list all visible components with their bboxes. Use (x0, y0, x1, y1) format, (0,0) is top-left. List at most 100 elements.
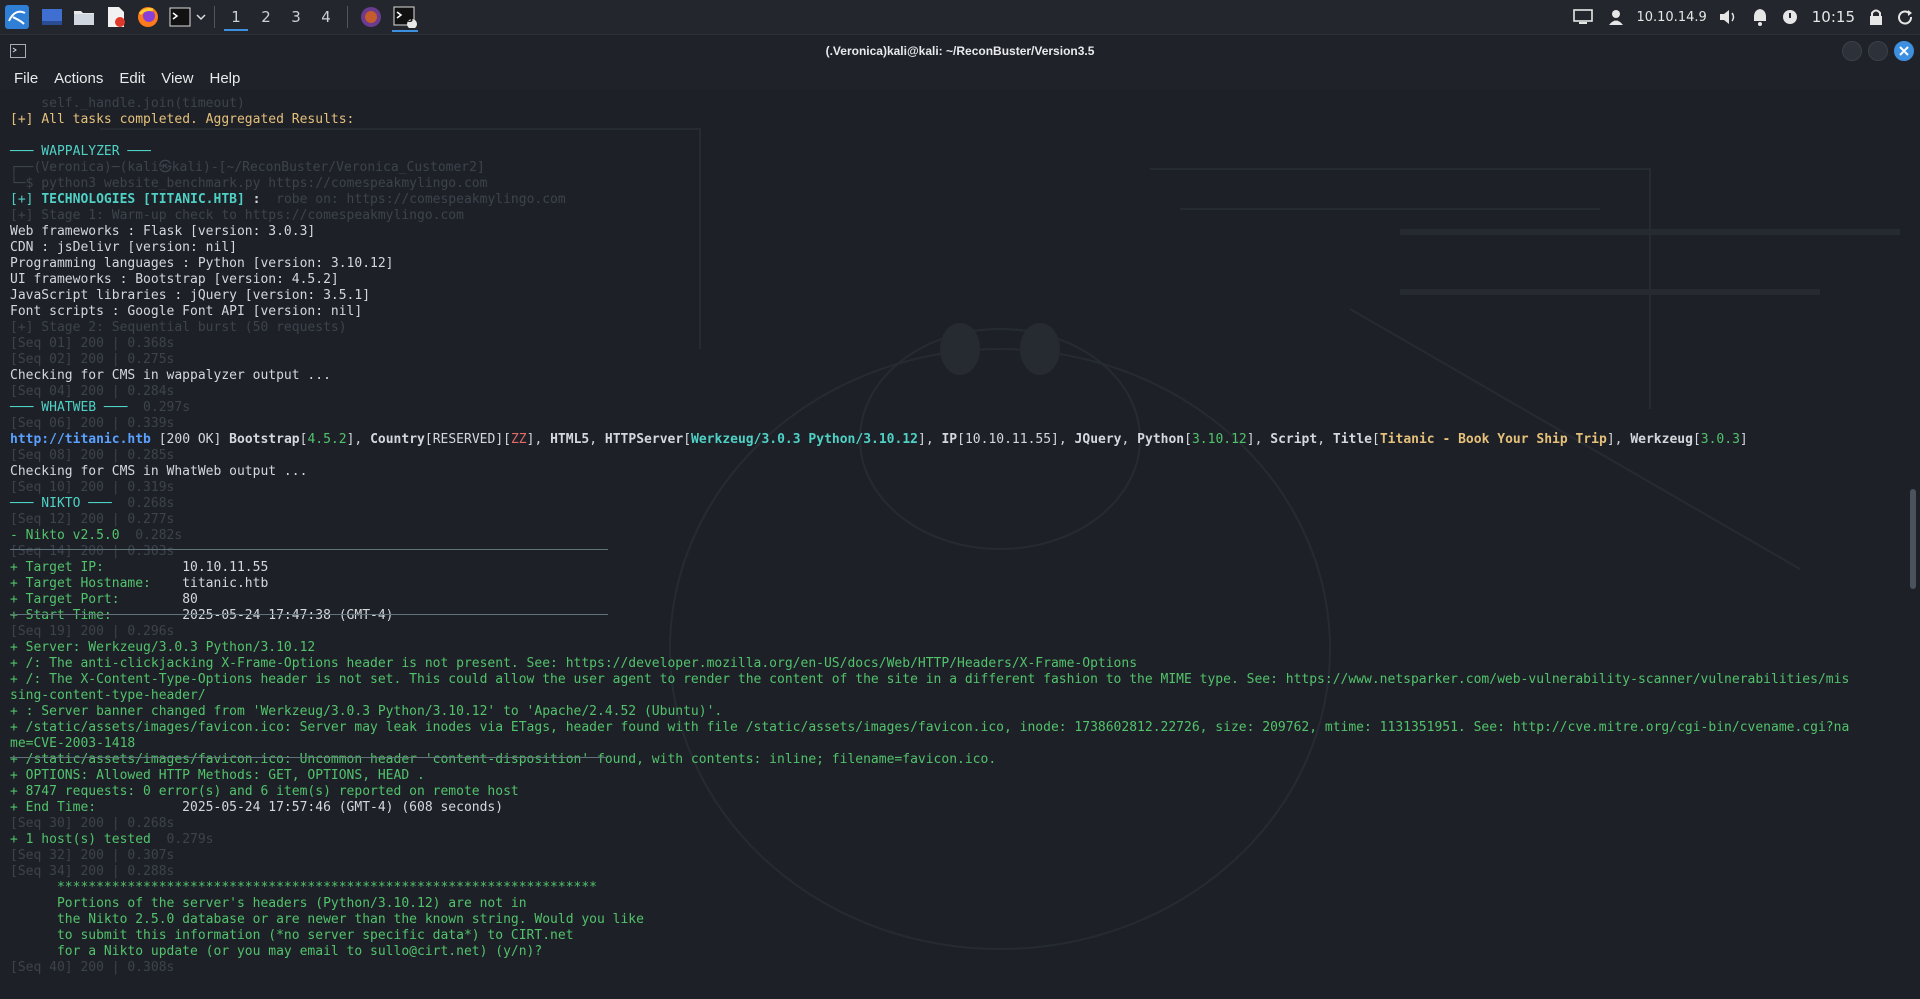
terminal-line: Checking for CMS in wappalyzer output ..… (10, 368, 1900, 384)
notification-bell-icon[interactable] (1745, 0, 1775, 34)
terminal-line: ****************************************… (10, 880, 1900, 896)
terminal-line: [+] TECHNOLOGIES [TITANIC.HTB] : robe on… (10, 192, 1900, 208)
display-icon[interactable] (1566, 0, 1600, 34)
terminal-text-segment: [Seq 12] 200 | 0.277s (10, 512, 175, 527)
chevron-down-icon[interactable] (194, 3, 208, 31)
top-panel: 1 2 3 4 3 10.10.14.9 10:15 (0, 0, 1920, 35)
workspace-2[interactable]: 2 (251, 0, 281, 34)
menu-file[interactable]: File (6, 70, 46, 87)
terminal-line: ┌──(Veronica)─(kali㉿kali)-[~/ReconBuster… (10, 160, 1900, 176)
terminal-line: [Seq 01] 200 | 0.368s (10, 336, 1900, 352)
terminal-line: + Target Port: 80 (10, 592, 1900, 608)
terminal-text-segment: , (1317, 432, 1333, 447)
terminal-scrollbar[interactable] (1910, 489, 1916, 589)
terminal-text-segment: HTML5 (550, 432, 590, 447)
close-icon (1899, 46, 1909, 56)
vpn-icon[interactable] (1600, 0, 1632, 34)
terminal-line: the Nikto 2.5.0 database or are newer th… (10, 912, 1900, 928)
logout-icon[interactable] (1890, 0, 1920, 34)
terminal-text-segment: Portions of the server's headers (Python… (10, 896, 527, 911)
terminal-text-segment: [+] (10, 192, 42, 207)
terminal-text-segment: 3.10.12 (1191, 432, 1247, 447)
terminal-text-segment: [Seq 06] 200 | 0.339s (10, 416, 175, 431)
terminal-line: [Seq 40] 200 | 0.308s (10, 960, 1900, 976)
terminal-text-segment: IP (941, 432, 958, 447)
workspace-4[interactable]: 4 (311, 0, 341, 34)
terminal-text-segment: 0.282s (119, 528, 183, 543)
terminal-text-segment: sing-content-type-header/ (10, 688, 206, 703)
terminal-text-segment: [+] (10, 112, 42, 127)
terminal-line: Font scripts : Google Font API [version:… (10, 304, 1900, 320)
close-button[interactable] (1894, 41, 1914, 61)
volume-icon[interactable] (1711, 0, 1745, 34)
terminal-line: + 8747 requests: 0 error(s) and 6 item(s… (10, 784, 1900, 800)
terminal-line: + /: The anti-clickjacking X-Frame-Optio… (10, 656, 1900, 672)
clock[interactable]: 10:15 (1805, 0, 1862, 34)
terminal-text-segment: 80 (119, 592, 198, 607)
firefox-icon[interactable] (134, 3, 162, 31)
terminal-text-segment: [Seq 19] 200 | 0.296s (10, 624, 175, 639)
window-titlebar[interactable]: (.Veronica)kali@kali: ~/ReconBuster/Vers… (0, 35, 1920, 67)
terminal-text-segment: [+] Stage 2: Sequential burst (50 reques… (10, 320, 347, 335)
terminal-text-segment: [Seq 01] 200 | 0.368s (10, 336, 175, 351)
terminal-text-segment: Web frameworks : Flask [version: 3.0.3] (10, 224, 316, 239)
show-desktop-icon[interactable] (38, 3, 66, 31)
terminal-text-segment: + /: The X-Content-Type-Options header i… (10, 672, 1850, 687)
terminal-text-segment: the Nikto 2.5.0 database or are newer th… (10, 912, 644, 927)
terminal-text-segment: + /: The anti-clickjacking X-Frame-Optio… (10, 656, 1138, 671)
terminal-line: http://titanic.htb [200 OK] Bootstrap [4.… (10, 432, 1900, 448)
workspace-3[interactable]: 3 (281, 0, 311, 34)
kali-menu-icon[interactable] (0, 0, 34, 34)
terminal-line: for a Nikto update (or you may email to … (10, 944, 1900, 960)
terminal-text-segment: + Target IP: (10, 560, 104, 575)
terminal-line: [Seq 32] 200 | 0.307s (10, 848, 1900, 864)
terminal-line: + Start Time: 2025-05-24 17:47:38 (GMT-4… (10, 608, 1900, 624)
terminal-text-segment: ], (1606, 432, 1631, 447)
terminal-text-segment: All tasks completed. Aggregated Results: (41, 112, 355, 127)
terminal-line: [Seq 34] 200 | 0.288s (10, 864, 1900, 880)
terminal-text-segment: [ (1692, 432, 1701, 447)
taskbar-terminal-icon[interactable]: 3 (388, 0, 422, 34)
terminal-text-segment: , (589, 432, 605, 447)
text-editor-icon[interactable] (102, 3, 130, 31)
terminal-line: to submit this information (*no server s… (10, 928, 1900, 944)
minimize-button[interactable] (1842, 41, 1862, 61)
terminal-text-segment: HTTPServer (604, 432, 684, 447)
terminal-line: + End Time: 2025-05-24 17:57:46 (GMT-4) … (10, 800, 1900, 816)
terminal-text-segment: [ (1184, 432, 1192, 447)
terminal-text-segment: + OPTIONS: Allowed HTTP Methods: GET, OP… (10, 768, 425, 783)
menu-help[interactable]: Help (201, 70, 248, 87)
terminal-text-segment: ] (1739, 432, 1748, 447)
file-manager-icon[interactable] (70, 3, 98, 31)
maximize-button[interactable] (1868, 41, 1888, 61)
system-tray: 10.10.14.9 10:15 (1566, 0, 1920, 34)
terminal-text[interactable]: self._handle.join(timeout) [+] All tasks … (10, 96, 1900, 976)
terminal-output-area[interactable]: self._handle.join(timeout) [+] All tasks … (0, 89, 1920, 999)
terminal-text-segment: ─── WHATWEB ─── (10, 400, 128, 415)
terminal-text-segment: ─── WAPPALYZER ─── (10, 144, 151, 159)
lock-screen-icon[interactable] (1862, 0, 1890, 34)
menu-actions[interactable]: Actions (46, 70, 111, 87)
taskbar-firefox-icon[interactable] (354, 0, 388, 34)
terminal-line: [+] All tasks completed. Aggregated Resu… (10, 112, 1900, 128)
terminal-text-segment: + 8747 requests: 0 error(s) and 6 item(s… (10, 784, 519, 799)
terminal-line: ─── WAPPALYZER ─── (10, 144, 1900, 160)
terminal-line: [+] Stage 2: Sequential burst (50 reques… (10, 320, 1900, 336)
terminal-line: + /static/assets/images/favicon.ico: Unc… (10, 752, 1900, 768)
terminal-text-segment: + Server: Werkzeug/3.0.3 Python/3.10.12 (10, 640, 316, 655)
terminal-text-segment: + /static/assets/images/favicon.ico: Unc… (10, 752, 997, 767)
terminal-text-segment: ], (1246, 432, 1271, 447)
terminal-launcher-icon[interactable] (166, 3, 194, 31)
power-manager-icon[interactable] (1775, 0, 1805, 34)
nikto-separator (10, 549, 608, 550)
terminal-line: └─$ python3 website_benchmark.py https:/… (10, 176, 1900, 192)
terminal-text-segment: [Seq 34] 200 | 0.288s (10, 864, 175, 879)
menu-edit[interactable]: Edit (111, 70, 153, 87)
terminal-line: ─── NIKTO ─── 0.268s (10, 496, 1900, 512)
workspace-1[interactable]: 1 (221, 0, 251, 34)
menu-view[interactable]: View (153, 70, 201, 87)
terminal-text-segment: Font scripts : Google Font API [version:… (10, 304, 363, 319)
terminal-text-segment: 0.279s (150, 832, 214, 847)
terminal-text-segment: Werkzeug/3.0.3 Python/3.10.12 (691, 432, 918, 447)
